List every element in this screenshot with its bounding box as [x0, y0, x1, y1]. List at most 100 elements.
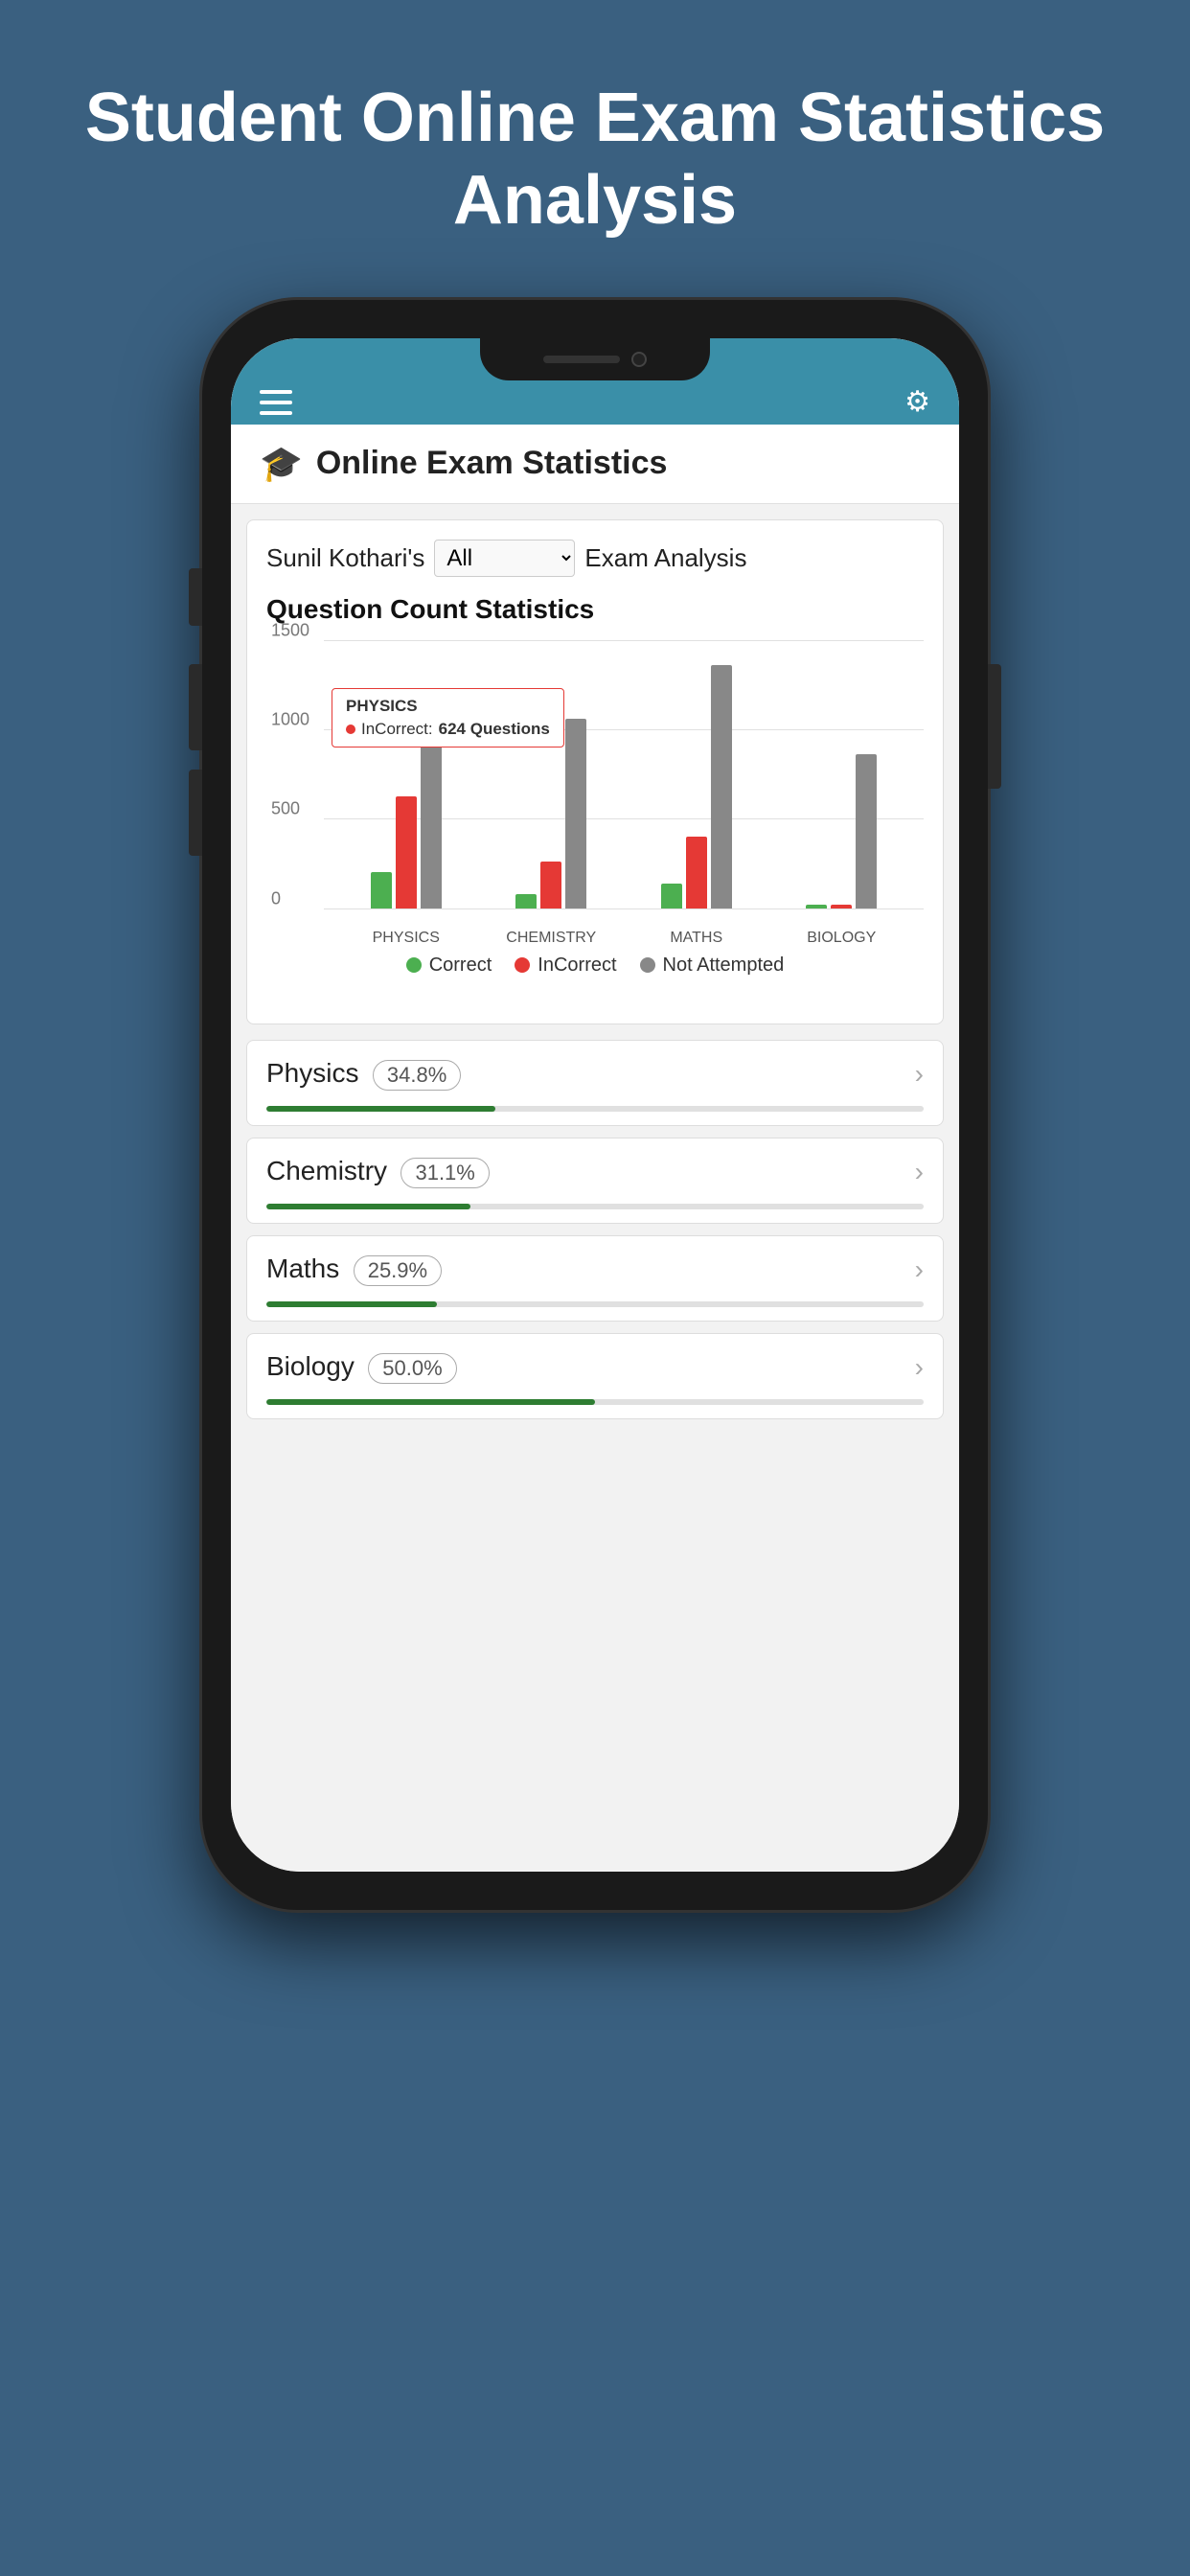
subject-chemistry-name: Chemistry 31.1% — [266, 1156, 490, 1188]
subject-row-maths-top: Maths 25.9% › — [247, 1236, 943, 1294]
chevron-right-icon-biology: › — [915, 1352, 924, 1383]
app-content: ⚙ 🎓 Online Exam Statistics Sunil Kothari… — [231, 338, 959, 1872]
chart-container: 1500 1000 500 0 — [266, 640, 924, 1004]
subject-chemistry-progress-fill — [266, 1204, 470, 1209]
subject-physics-name: Physics 34.8% — [266, 1058, 461, 1091]
subject-row-maths[interactable]: Maths 25.9% › — [246, 1235, 944, 1322]
graduation-cap-icon: 🎓 — [260, 444, 303, 484]
subject-row-chemistry-top: Chemistry 31.1% › — [247, 1138, 943, 1196]
volume-down-button — [189, 770, 202, 856]
x-label-maths: MATHS — [624, 930, 769, 947]
page-title: Online Exam Statistics — [316, 445, 668, 482]
y-label-0: 0 — [271, 888, 281, 908]
chevron-right-icon-physics: › — [915, 1059, 924, 1090]
tooltip-value: InCorrect: 624 Questions — [346, 720, 550, 739]
legend-incorrect-label: InCorrect — [538, 954, 616, 977]
subject-physics-progress-bar — [266, 1106, 924, 1112]
bar-group-biology — [769, 754, 915, 908]
exam-analysis-label: Exam Analysis — [584, 543, 746, 573]
bar-physics-not-attempted — [421, 729, 442, 908]
bar-chemistry-correct — [515, 894, 537, 908]
bar-maths-incorrect — [686, 837, 707, 908]
x-axis-labels: PHYSICS CHEMISTRY MATHS BIOLOGY — [324, 930, 924, 947]
chart-area: 1500 1000 500 0 — [266, 640, 924, 947]
subject-physics-badge: 34.8% — [373, 1060, 461, 1091]
student-selector: Sunil Kothari's All Physics Chemistry Ma… — [266, 540, 924, 577]
bar-group-physics — [333, 729, 479, 908]
tooltip-subject: PHYSICS — [346, 697, 550, 716]
subject-biology-progress-bar — [266, 1399, 924, 1405]
subject-maths-badge: 25.9% — [354, 1255, 442, 1286]
mute-button — [189, 568, 202, 626]
x-label-physics: PHYSICS — [333, 930, 479, 947]
subject-chemistry-badge: 31.1% — [400, 1158, 489, 1188]
subject-biology-name: Biology 50.0% — [266, 1351, 457, 1384]
y-label-1000: 1000 — [271, 710, 309, 730]
subject-chemistry-progress-bar — [266, 1204, 924, 1209]
chart-tooltip: PHYSICS InCorrect: 624 Questions — [332, 688, 564, 748]
page-header: 🎓 Online Exam Statistics — [231, 425, 959, 504]
front-camera — [631, 352, 647, 367]
legend-incorrect: InCorrect — [515, 954, 616, 977]
bar-maths-not-attempted — [711, 665, 732, 908]
phone-shell: ⚙ 🎓 Online Exam Statistics Sunil Kothari… — [202, 300, 988, 1910]
tooltip-questions: 624 Questions — [439, 720, 550, 739]
legend-correct: Correct — [406, 954, 492, 977]
settings-icon[interactable]: ⚙ — [904, 385, 930, 419]
subject-row-physics-top: Physics 34.8% › — [247, 1041, 943, 1098]
chart-legend: Correct InCorrect Not Attempted — [266, 954, 924, 977]
bar-physics-incorrect — [396, 796, 417, 908]
legend-not-attempted: Not Attempted — [640, 954, 785, 977]
legend-incorrect-dot — [515, 957, 530, 973]
volume-up-button — [189, 664, 202, 750]
chevron-right-icon-chemistry: › — [915, 1157, 924, 1187]
speaker — [543, 356, 620, 363]
grid-line-0: 0 — [324, 908, 924, 909]
bar-chemistry-not-attempted — [565, 719, 586, 908]
notch — [480, 338, 710, 380]
phone-screen: ⚙ 🎓 Online Exam Statistics Sunil Kothari… — [231, 338, 959, 1872]
subject-row-biology-top: Biology 50.0% › — [247, 1334, 943, 1392]
subject-row-biology[interactable]: Biology 50.0% › — [246, 1333, 944, 1419]
tooltip-dot — [346, 724, 355, 734]
power-button — [988, 664, 1001, 789]
legend-correct-label: Correct — [429, 954, 492, 977]
subject-maths-name: Maths 25.9% — [266, 1254, 442, 1286]
legend-not-attempted-label: Not Attempted — [663, 954, 785, 977]
stats-card: Sunil Kothari's All Physics Chemistry Ma… — [246, 519, 944, 1024]
legend-not-attempted-dot — [640, 957, 655, 973]
subject-biology-progress-fill — [266, 1399, 595, 1405]
main-content[interactable]: Sunil Kothari's All Physics Chemistry Ma… — [231, 504, 959, 1872]
phone-mockup: ⚙ 🎓 Online Exam Statistics Sunil Kothari… — [202, 300, 988, 1910]
subject-maths-progress-bar — [266, 1301, 924, 1307]
exam-filter-select[interactable]: All Physics Chemistry Maths Biology — [434, 540, 575, 577]
subject-physics-progress-fill — [266, 1106, 495, 1112]
x-label-biology: BIOLOGY — [769, 930, 915, 947]
y-label-1500: 1500 — [271, 620, 309, 640]
hero-title: Student Online Exam Statistics Analysis — [0, 77, 1190, 242]
tooltip-label: InCorrect: — [361, 720, 433, 739]
chart-section-title: Question Count Statistics — [266, 594, 924, 625]
menu-button[interactable] — [260, 390, 292, 415]
bars-container — [324, 640, 924, 908]
bar-biology-not-attempted — [856, 754, 877, 908]
subject-biology-badge: 50.0% — [368, 1353, 456, 1384]
subject-physics-label: Physics — [266, 1058, 358, 1088]
chevron-right-icon-maths: › — [915, 1254, 924, 1285]
subject-row-physics[interactable]: Physics 34.8% › — [246, 1040, 944, 1126]
x-label-chemistry: CHEMISTRY — [479, 930, 625, 947]
subject-biology-label: Biology — [266, 1351, 355, 1381]
subject-maths-label: Maths — [266, 1254, 339, 1283]
subject-list: Physics 34.8% › — [246, 1040, 944, 1431]
bar-maths-correct — [661, 884, 682, 908]
subject-maths-progress-fill — [266, 1301, 437, 1307]
subject-chemistry-label: Chemistry — [266, 1156, 387, 1185]
student-name: Sunil Kothari's — [266, 543, 424, 573]
bar-physics-correct — [371, 872, 392, 908]
bar-biology-incorrect — [831, 905, 852, 908]
subject-row-chemistry[interactable]: Chemistry 31.1% › — [246, 1138, 944, 1224]
bar-chemistry-incorrect — [540, 862, 561, 908]
legend-correct-dot — [406, 957, 422, 973]
bar-biology-correct — [806, 905, 827, 908]
y-label-500: 500 — [271, 799, 300, 819]
